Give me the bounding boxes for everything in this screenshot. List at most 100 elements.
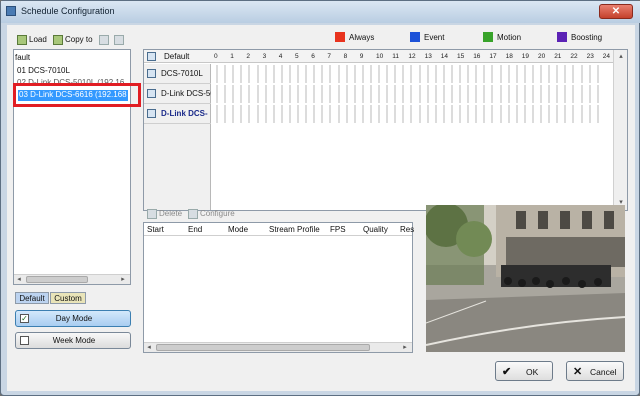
schedule-slot[interactable] xyxy=(240,65,243,83)
schedule-slot[interactable] xyxy=(475,105,478,123)
schedule-slot[interactable] xyxy=(386,85,389,103)
schedule-slot[interactable] xyxy=(450,85,453,103)
schedule-slot[interactable] xyxy=(361,85,364,103)
schedule-slot[interactable] xyxy=(345,85,348,103)
schedule-slot[interactable] xyxy=(596,85,599,103)
schedule-slot[interactable] xyxy=(280,65,283,83)
schedule-slot[interactable] xyxy=(515,65,518,83)
schedule-slot[interactable] xyxy=(240,85,243,103)
schedule-slot[interactable] xyxy=(353,65,356,83)
schedule-slot[interactable] xyxy=(288,105,291,123)
schedule-slot[interactable] xyxy=(523,65,526,83)
schedule-slot[interactable] xyxy=(256,105,259,123)
schedule-slot[interactable] xyxy=(580,85,583,103)
schedule-slot[interactable] xyxy=(321,105,324,123)
schedule-slot[interactable] xyxy=(588,105,591,123)
tree-item-default[interactable]: fault xyxy=(15,53,30,64)
schedule-slot[interactable] xyxy=(264,65,267,83)
tree-hscrollbar[interactable]: ◂ ▸ xyxy=(14,274,130,284)
paste-button[interactable] xyxy=(99,33,109,46)
grid-camera-row[interactable]: D-Link DCS- xyxy=(144,104,211,124)
schedule-slot[interactable] xyxy=(483,105,486,123)
schedule-slot[interactable] xyxy=(321,85,324,103)
schedule-slot[interactable] xyxy=(426,65,429,83)
schedule-slot[interactable] xyxy=(353,105,356,123)
schedule-slot[interactable] xyxy=(369,85,372,103)
schedule-slot[interactable] xyxy=(353,85,356,103)
schedule-slot[interactable] xyxy=(572,85,575,103)
scroll-thumb[interactable] xyxy=(156,344,370,351)
cancel-button[interactable]: ✕ Cancel xyxy=(566,361,624,381)
schedule-slot[interactable] xyxy=(556,65,559,83)
schedule-slot[interactable] xyxy=(216,65,218,83)
schedule-slot[interactable] xyxy=(531,85,534,103)
table-hscrollbar[interactable]: ◂ ▸ xyxy=(144,342,412,352)
schedule-slot[interactable] xyxy=(499,85,502,103)
schedule-slot[interactable] xyxy=(531,105,534,123)
grid-camera-row[interactable]: DCS-7010L xyxy=(144,64,211,84)
schedule-slot[interactable] xyxy=(313,105,316,123)
schedule-slot[interactable] xyxy=(475,65,478,83)
schedule-slot[interactable] xyxy=(523,85,526,103)
schedule-slot[interactable] xyxy=(216,85,218,103)
schedule-slot[interactable] xyxy=(515,85,518,103)
schedule-slot[interactable] xyxy=(507,65,510,83)
schedule-slot[interactable] xyxy=(548,65,551,83)
schedule-slot[interactable] xyxy=(264,85,267,103)
schedule-slot[interactable] xyxy=(540,105,542,123)
tab-default[interactable]: Default xyxy=(15,292,49,304)
schedule-slot[interactable] xyxy=(321,65,324,83)
schedule-slot[interactable] xyxy=(264,105,267,123)
schedule-slot[interactable] xyxy=(499,65,502,83)
scroll-up-arrow[interactable]: ▴ xyxy=(614,52,628,62)
schedule-slot[interactable] xyxy=(337,85,340,103)
schedule-slot[interactable] xyxy=(548,85,551,103)
schedule-slot[interactable] xyxy=(467,105,470,123)
schedule-slot[interactable] xyxy=(345,105,348,123)
clear-button[interactable] xyxy=(114,33,124,46)
schedule-slot[interactable] xyxy=(523,105,526,123)
schedule-slot[interactable] xyxy=(280,85,283,103)
schedule-slot[interactable] xyxy=(515,105,518,123)
week-mode-button[interactable]: Week Mode xyxy=(15,332,131,349)
day-mode-button[interactable]: ✓ Day Mode xyxy=(15,310,131,327)
tab-custom[interactable]: Custom xyxy=(50,292,86,304)
schedule-slot[interactable] xyxy=(232,65,235,83)
scroll-right-arrow[interactable]: ▸ xyxy=(118,275,128,284)
schedule-grid[interactable]: Default 0 1 2 3 4 5 6 7 8 9 10 11 12 13 14 15 16 17 18 19 20… xyxy=(143,49,628,211)
schedule-slot[interactable] xyxy=(386,105,389,123)
schedule-slot[interactable] xyxy=(410,65,413,83)
schedule-slot[interactable] xyxy=(394,105,397,123)
schedule-slot[interactable] xyxy=(564,85,567,103)
schedule-slot[interactable] xyxy=(378,105,380,123)
schedule-slot[interactable] xyxy=(434,85,437,103)
schedule-slot[interactable] xyxy=(596,65,599,83)
schedule-slot[interactable] xyxy=(305,65,308,83)
schedule-slot[interactable] xyxy=(272,65,275,83)
schedule-slot[interactable] xyxy=(240,105,243,123)
schedule-slot[interactable] xyxy=(248,85,251,103)
schedule-slot[interactable] xyxy=(313,85,316,103)
schedule-slot[interactable] xyxy=(434,105,437,123)
schedule-slot[interactable] xyxy=(297,85,299,103)
schedule-slot[interactable] xyxy=(386,65,389,83)
load-button[interactable]: Load xyxy=(17,33,47,46)
schedule-slot[interactable] xyxy=(272,85,275,103)
schedule-slot[interactable] xyxy=(288,85,291,103)
schedule-slot[interactable] xyxy=(491,65,494,83)
schedule-slot[interactable] xyxy=(548,105,551,123)
schedule-slot[interactable] xyxy=(418,85,421,103)
schedule-slot[interactable] xyxy=(305,85,308,103)
schedule-slot[interactable] xyxy=(483,85,486,103)
col-fps[interactable]: FPS xyxy=(330,225,346,234)
schedule-slot[interactable] xyxy=(224,85,227,103)
schedule-slot[interactable] xyxy=(329,65,332,83)
tree-item-dcs-7010l[interactable]: 01 DCS-7010L xyxy=(17,66,70,77)
schedule-slot[interactable] xyxy=(337,65,340,83)
schedule-slot[interactable] xyxy=(507,105,510,123)
schedule-slot[interactable] xyxy=(540,65,542,83)
col-res[interactable]: Res xyxy=(400,225,414,234)
schedule-slot[interactable] xyxy=(580,65,583,83)
schedule-slot[interactable] xyxy=(345,65,348,83)
schedule-slot[interactable] xyxy=(556,85,559,103)
